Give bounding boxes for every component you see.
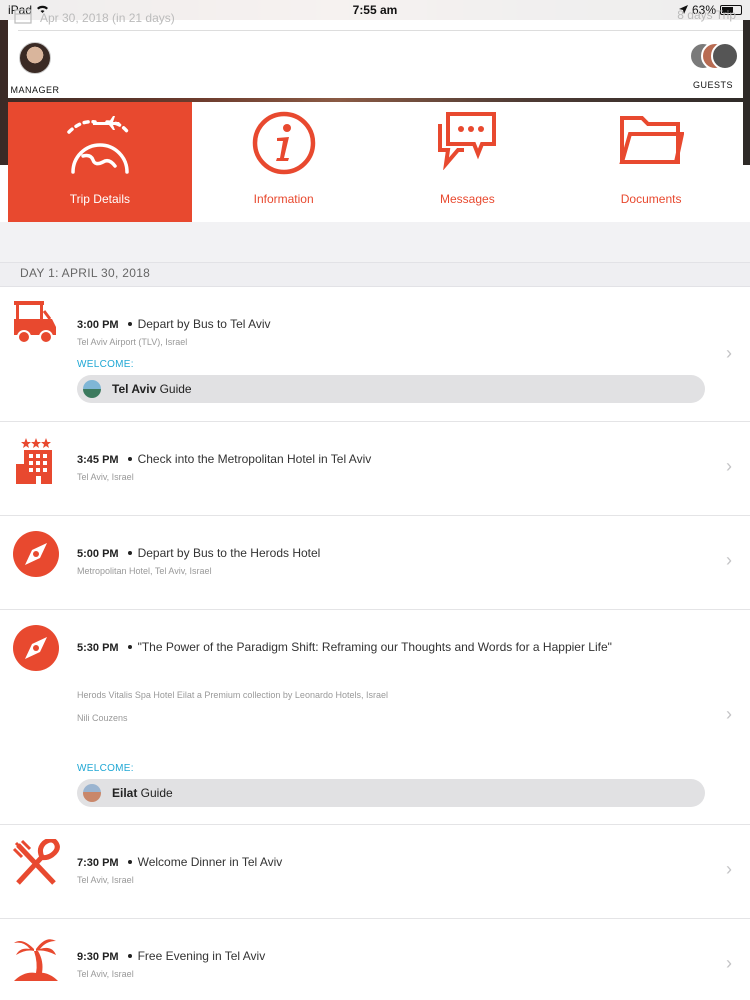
item-line: 7:30 PM Welcome Dinner in Tel Aviv — [77, 855, 282, 869]
item-line: 3:00 PM Depart by Bus to Tel Aviv — [77, 317, 271, 331]
item-location: Herods Vitalis Spa Hotel Eilat a Premium… — [77, 690, 388, 700]
chevron-right-icon: › — [726, 550, 732, 570]
item-location: Tel Aviv, Israel — [77, 875, 134, 885]
guests-label: GUESTS — [692, 80, 733, 90]
spacer — [0, 222, 750, 264]
list-item[interactable]: 7:30 PM Welcome Dinner in Tel Aviv Tel Av… — [0, 825, 750, 919]
item-speaker: Nili Couzens — [77, 713, 128, 723]
bullet — [127, 321, 132, 326]
tab-label: Documents — [620, 192, 682, 206]
welcome-label: WELCOME: — [77, 763, 134, 774]
tab-label: Messages — [440, 192, 495, 206]
day-header: DAY 1: APRIL 30, 2018 — [0, 262, 750, 287]
item-location: Tel Aviv, Israel — [77, 472, 134, 482]
bullet — [127, 953, 132, 958]
bullet — [127, 456, 132, 461]
item-time: 7:30 PM — [77, 857, 119, 869]
guide-pill[interactable]: Eilat Guide — [77, 779, 705, 807]
list-item[interactable]: 3:00 PM Depart by Bus to Tel Aviv Tel Avi… — [0, 287, 750, 422]
item-location: Tel Aviv Airport (TLV), Israel — [77, 337, 188, 347]
list-item[interactable]: 9:30 PM Free Evening in Tel Aviv Tel Aviv… — [0, 919, 750, 999]
item-time: 9:30 PM — [77, 951, 119, 963]
bullet — [127, 550, 132, 555]
item-time: 5:30 PM — [77, 642, 119, 654]
chevron-right-icon: › — [726, 343, 732, 363]
fork-knife-icon — [12, 839, 60, 885]
list-item[interactable]: 5:00 PM Depart by Bus to the Herods Hotel… — [0, 516, 750, 610]
manager-label: MANAGER — [10, 85, 60, 95]
trip-date: Apr 30, 2018 (in 21 days) — [14, 8, 175, 27]
item-location: Tel Aviv, Israel — [77, 969, 134, 979]
golf-cart-icon — [14, 301, 56, 344]
folder-icon — [619, 116, 685, 164]
chevron-right-icon: › — [726, 953, 732, 973]
item-line: 5:00 PM Depart by Bus to the Herods Hotel — [77, 546, 320, 560]
item-line: 5:30 PM "The Power of the Paradigm Shift:… — [77, 640, 612, 654]
item-time: 3:00 PM — [77, 319, 119, 331]
chat-bubbles-icon — [438, 112, 497, 170]
palm-tree-icon — [14, 939, 58, 981]
welcome-label: WELCOME: — [77, 359, 134, 370]
guide-thumbnail — [83, 380, 101, 398]
item-title: Depart by Bus to the Herods Hotel — [137, 546, 321, 560]
divider — [18, 30, 743, 31]
people-card: MANAGER GUESTS — [8, 20, 743, 98]
tab-trip-details[interactable]: Trip Details — [8, 102, 192, 222]
itinerary-list: 3:00 PM Depart by Bus to Tel Aviv Tel Avi… — [0, 287, 750, 999]
item-title: Depart by Bus to Tel Aviv — [137, 317, 271, 331]
plane-globe-icon — [67, 116, 131, 174]
guests[interactable]: GUESTS — [683, 42, 743, 90]
item-line: 3:45 PM Check into the Metropolitan Hotel… — [77, 452, 371, 466]
chevron-right-icon: › — [726, 859, 732, 879]
day-title: DAY 1: APRIL 30, 2018 — [20, 266, 151, 280]
compass-icon — [13, 625, 59, 671]
manager[interactable]: MANAGER — [10, 42, 60, 95]
tab-information[interactable]: Information — [192, 102, 376, 222]
bullet — [127, 859, 132, 864]
item-location: Metropolitan Hotel, Tel Aviv, Israel — [77, 566, 212, 576]
item-time: 5:00 PM — [77, 548, 119, 560]
tab-documents[interactable]: Documents — [559, 102, 743, 222]
tab-bar: Trip Details Information Messages Docume… — [8, 102, 743, 222]
tab-label: Information — [253, 192, 314, 206]
guide-thumbnail — [83, 784, 101, 802]
trip-length: 8 days Trip — [677, 8, 736, 22]
guide-label: Eilat Guide — [112, 786, 173, 800]
guide-label: Tel Aviv Guide — [112, 382, 192, 396]
info-icon — [252, 111, 315, 175]
bullet — [127, 644, 132, 649]
compass-icon — [13, 531, 59, 577]
guest-avatars[interactable] — [683, 42, 743, 74]
hotel-icon — [16, 438, 52, 484]
trip-date-text: Apr 30, 2018 (in 21 days) — [40, 10, 175, 25]
calendar-icon — [14, 8, 32, 27]
chevron-right-icon: › — [726, 456, 732, 476]
list-item[interactable]: 3:45 PM Check into the Metropolitan Hotel… — [0, 422, 750, 516]
chevron-right-icon: › — [726, 704, 732, 724]
item-title: Welcome Dinner in Tel Aviv — [137, 855, 283, 869]
guide-pill[interactable]: Tel Aviv Guide — [77, 375, 705, 403]
tab-messages[interactable]: Messages — [376, 102, 560, 222]
item-title: Free Evening in Tel Aviv — [137, 949, 266, 963]
item-title: "The Power of the Paradigm Shift: Refram… — [137, 640, 612, 654]
manager-avatar[interactable] — [19, 42, 51, 74]
item-time: 3:45 PM — [77, 454, 119, 466]
item-line: 9:30 PM Free Evening in Tel Aviv — [77, 949, 265, 963]
avatar — [711, 42, 739, 70]
tab-label: Trip Details — [69, 192, 130, 206]
list-item[interactable]: 5:30 PM "The Power of the Paradigm Shift:… — [0, 610, 750, 825]
item-title: Check into the Metropolitan Hotel in Tel… — [137, 452, 372, 466]
